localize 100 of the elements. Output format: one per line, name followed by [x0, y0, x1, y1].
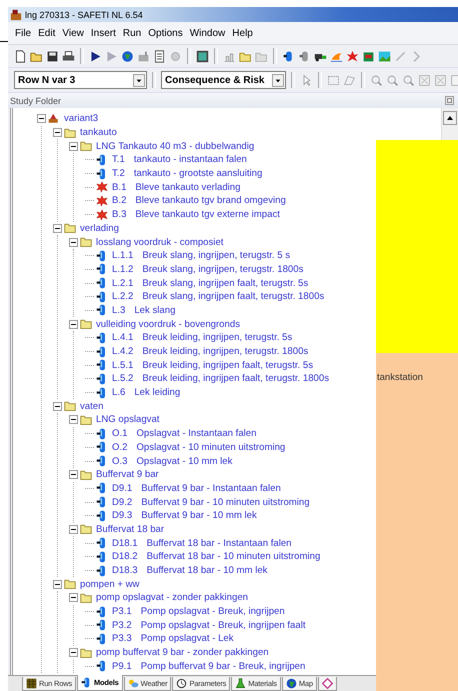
- tree-item[interactable]: pomp buffervat 9 bar - zonder pakkingen: [96, 647, 269, 658]
- menu-item[interactable]: View: [59, 26, 87, 40]
- tree-item[interactable]: Bleve tankauto verlading: [135, 182, 240, 193]
- item-code: L.4.1: [112, 332, 134, 344]
- panel-icon[interactable]: [196, 50, 209, 62]
- tree-item[interactable]: Breuk slang, ingrijpen, terugstr. 5 s: [142, 250, 290, 262]
- release-icon[interactable]: [282, 50, 295, 62]
- tree-item[interactable]: Buffervat 18 bar - Instantaan falen: [146, 538, 292, 549]
- tree-item[interactable]: vaten: [80, 400, 104, 412]
- new-file-icon[interactable]: [14, 50, 27, 62]
- menu-item[interactable]: Options: [145, 26, 186, 40]
- collapse-icon[interactable]: [69, 415, 78, 424]
- tree-item[interactable]: Pomp opslagvat - Lek: [140, 633, 234, 644]
- restore-icon[interactable]: [445, 96, 454, 105]
- collapse-icon[interactable]: [53, 128, 62, 138]
- tree-item[interactable]: Buffervat 18 bar - 10 mm lek: [146, 565, 268, 576]
- tree-item[interactable]: Buffervat 18 bar: [96, 524, 164, 535]
- collapse-icon[interactable]: [69, 142, 78, 151]
- tree-item[interactable]: losslang voordruk - composiet: [96, 236, 224, 248]
- dropdown[interactable]: Row N var 3: [14, 71, 147, 89]
- tree-item[interactable]: tankauto - instantaan falen: [134, 154, 247, 166]
- item-code: O.2: [112, 442, 128, 453]
- tree-item[interactable]: tankauto: [80, 127, 117, 138]
- tree-item[interactable]: Bleve tankauto tgv externe impact: [135, 209, 280, 220]
- menu-item[interactable]: Window: [186, 26, 228, 40]
- tree-item[interactable]: Breuk slang, ingrijpen faalt, terugstr. 5s: [142, 278, 308, 289]
- app-icon: [10, 8, 22, 20]
- burst-icon: [96, 208, 108, 221]
- tree-item[interactable]: Pomp opslagvat - Breuk, ingrijpen faalt: [140, 620, 306, 631]
- globe-icon: [286, 678, 297, 689]
- release-icon: [96, 455, 108, 468]
- tree-item[interactable]: tankauto - grootste aansluiting: [134, 168, 262, 180]
- collapse-icon[interactable]: [37, 114, 46, 124]
- folder-icon: [80, 140, 92, 152]
- document-icon[interactable]: [153, 50, 166, 62]
- globe-icon[interactable]: [121, 50, 134, 62]
- release-icon: [96, 537, 108, 550]
- tree-item[interactable]: Lek leiding: [134, 387, 180, 398]
- tree-item[interactable]: vulleiding voordruk - bovengronds: [96, 318, 240, 330]
- folder-icon: [80, 523, 92, 536]
- tree-item[interactable]: Breuk leiding, ingrijpen faalt, terugstr. 5s: [142, 360, 313, 371]
- tree-item[interactable]: Bleve tankauto tgv brand omgeving: [135, 195, 286, 206]
- tree-item[interactable]: Breuk leiding, ingrijpen faalt, terugstr. 1800s: [142, 373, 329, 384]
- tree-item[interactable]: LNG Tankauto 40 m3 - dubbelwandig: [96, 140, 254, 152]
- tab[interactable]: [318, 677, 337, 691]
- tree-item[interactable]: Pomp buffervat 9 bar - Breuk, ingrijpen: [140, 660, 306, 672]
- release-icon: [96, 496, 108, 508]
- tree-item[interactable]: Opslagvat - Instantaan falen: [136, 428, 256, 440]
- menu-item[interactable]: Edit: [35, 26, 58, 40]
- collapse-icon[interactable]: [69, 648, 78, 658]
- release-icon: [96, 372, 108, 385]
- tree-item[interactable]: Breuk leiding, ingrijpen, terugstr. 1800s: [142, 346, 308, 358]
- collapse-icon[interactable]: [69, 238, 78, 247]
- tank-icon[interactable]: [362, 50, 375, 62]
- tree-item[interactable]: Buffervat 9 bar: [96, 469, 159, 480]
- tree-item[interactable]: Buffervat 9 bar - Instantaan falen: [141, 482, 281, 494]
- menu-item[interactable]: File: [12, 26, 34, 40]
- landscape-icon[interactable]: [378, 50, 391, 62]
- weather-icon: [128, 678, 139, 689]
- burst-icon[interactable]: [346, 50, 359, 62]
- tree-item[interactable]: pompen + ww: [80, 578, 140, 590]
- tree-item[interactable]: Breuk slang, ingrijpen faalt, terugstr. 1800s: [142, 291, 324, 302]
- release-icon: [96, 632, 108, 645]
- menu-item[interactable]: Run: [120, 26, 144, 40]
- play-icon[interactable]: [89, 50, 102, 62]
- tree-item[interactable]: Opslagvat - 10 minuten uitstroming: [136, 442, 286, 453]
- item-code: P3.3: [112, 633, 132, 644]
- tree-item[interactable]: Buffervat 18 bar - 10 minuten uitstroming: [146, 551, 320, 562]
- collapse-icon[interactable]: [53, 402, 62, 411]
- printer-icon[interactable]: [62, 50, 75, 62]
- item-code: D9.3: [112, 510, 132, 522]
- collapse-icon[interactable]: [69, 524, 78, 534]
- menu-item[interactable]: Insert: [88, 26, 119, 40]
- tree-item[interactable]: LNG opslagvat: [96, 414, 160, 426]
- tree-item[interactable]: pomp opslagvat - zonder pakkingen: [96, 592, 248, 604]
- tree-item[interactable]: Pomp opslagvat - Breuk, ingrijpen: [140, 606, 285, 618]
- dropdown[interactable]: Consequence & Risk: [161, 71, 286, 89]
- tree-item[interactable]: Breuk slang, ingrijpen, terugstr. 1800s: [142, 264, 304, 275]
- collapse-icon[interactable]: [69, 470, 78, 480]
- release-icon: [96, 346, 108, 358]
- tree-item[interactable]: Breuk leiding, ingrijpen, terugstr. 5s: [142, 332, 292, 344]
- grid-icon: [26, 678, 37, 689]
- release-icon: [96, 263, 108, 276]
- save-icon[interactable]: [46, 50, 59, 62]
- tree-item[interactable]: Opslagvat - 10 mm lek: [136, 456, 232, 467]
- collapse-icon[interactable]: [69, 593, 78, 602]
- collapse-icon[interactable]: [53, 224, 62, 233]
- tree-item[interactable]: Lek slang: [134, 304, 176, 316]
- tree-item[interactable]: Buffervat 9 bar - 10 minuten uitstroming: [141, 496, 310, 508]
- tree-item[interactable]: verlading: [80, 222, 119, 234]
- release-icon: [96, 290, 108, 303]
- item-code: D9.1: [112, 482, 132, 494]
- collapse-icon[interactable]: [53, 580, 62, 589]
- tree-item[interactable]: Buffervat 9 bar - 10 mm lek: [141, 510, 257, 522]
- release-icon: [96, 304, 108, 316]
- collapse-icon[interactable]: [69, 320, 78, 329]
- tree-item[interactable]: variant3: [64, 113, 98, 124]
- scroll-up-icon[interactable]: [443, 111, 457, 125]
- menu-item[interactable]: Help: [229, 26, 256, 40]
- release-icon: [96, 606, 108, 618]
